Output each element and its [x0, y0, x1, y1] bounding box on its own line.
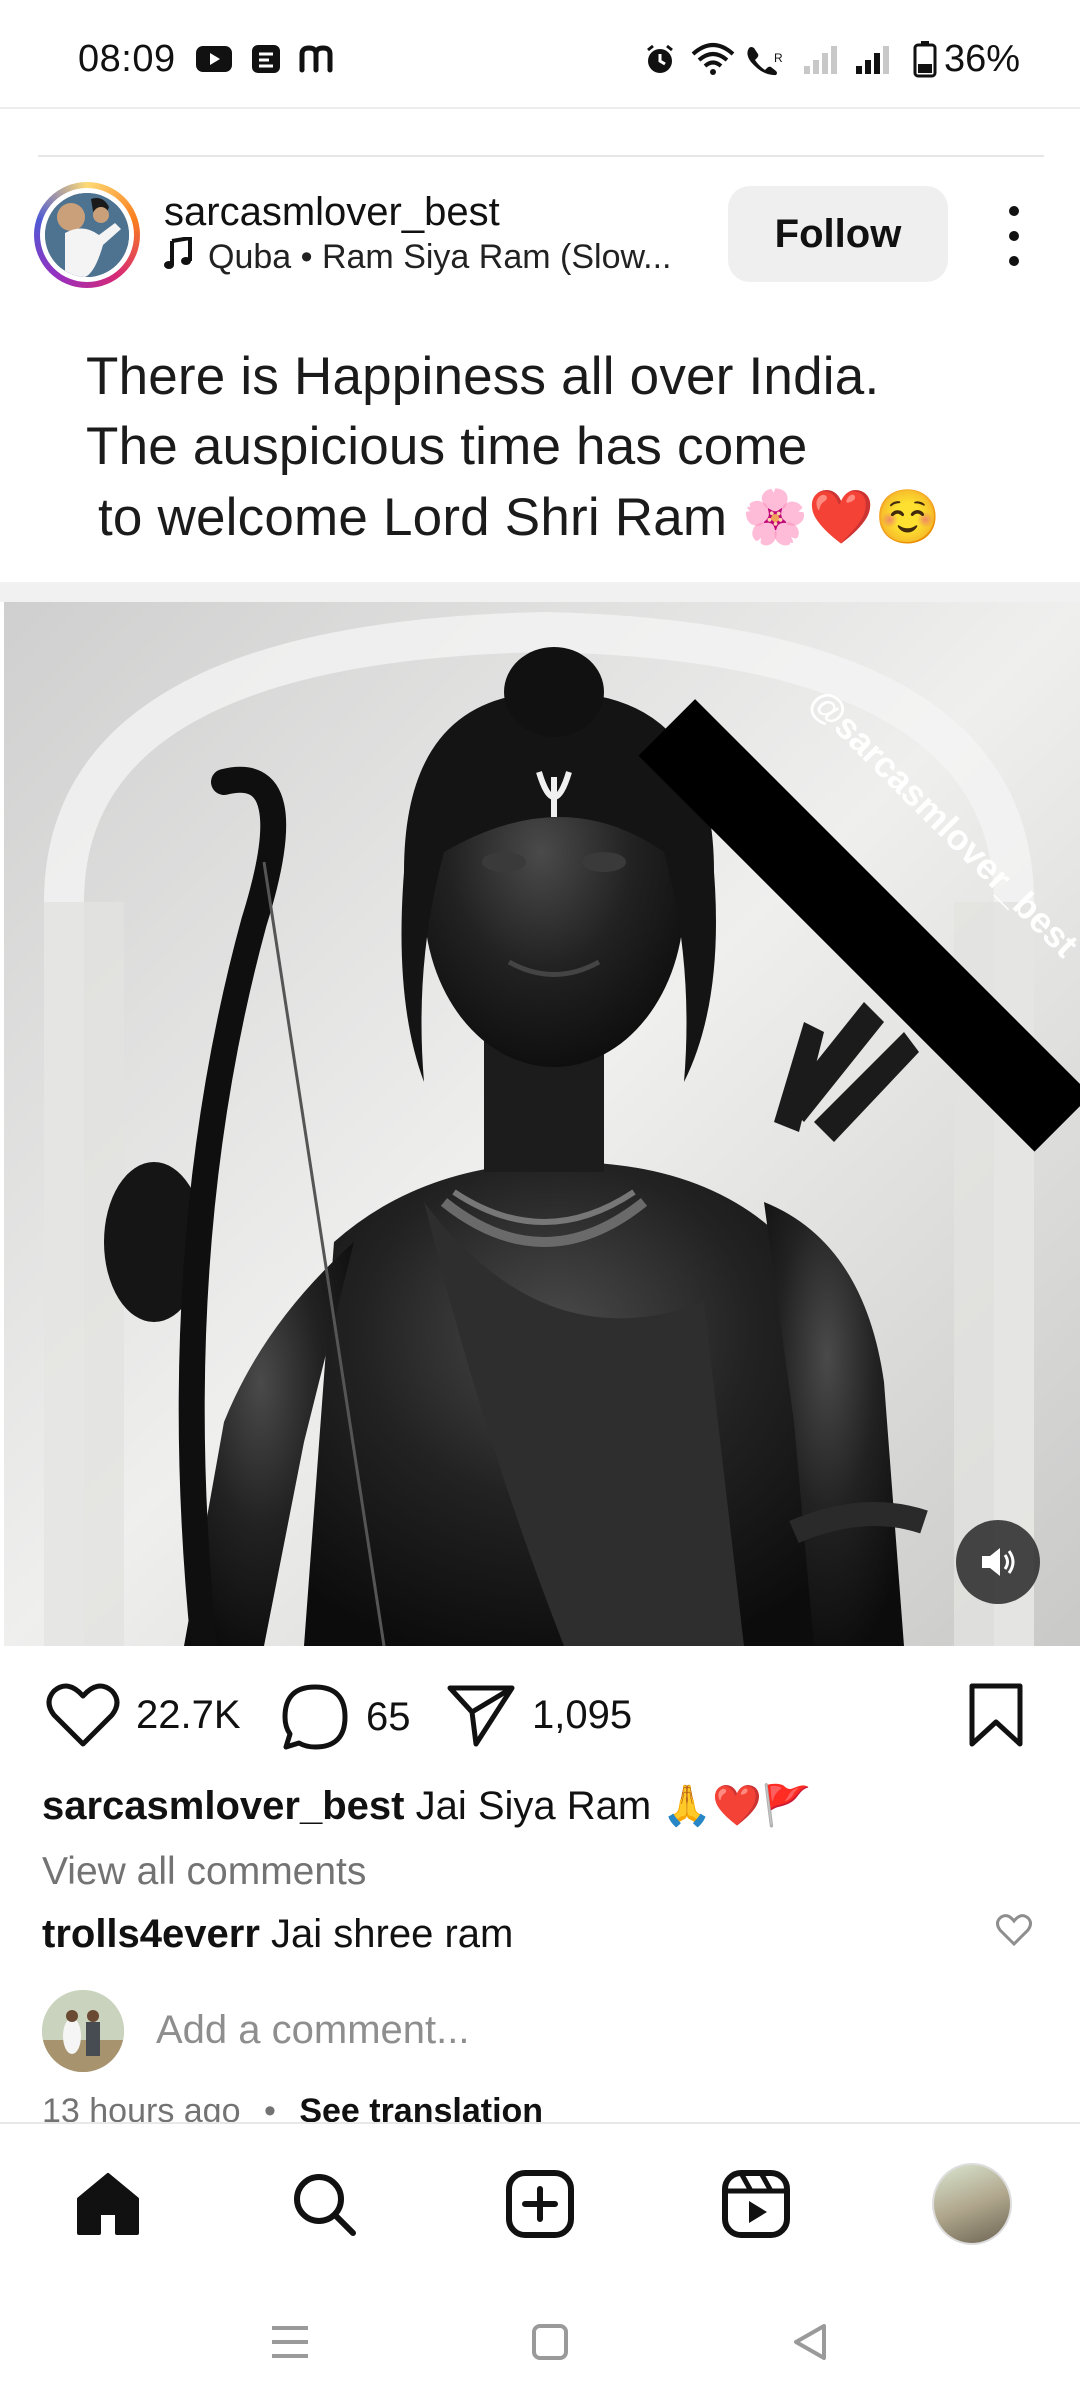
comment-like-icon[interactable] — [996, 1914, 1032, 1951]
overlay-text-line-1: There is Happiness all over India. — [86, 347, 880, 406]
like-count: 22.7K — [136, 1692, 241, 1737]
like-action[interactable]: 22.7K — [46, 1682, 241, 1748]
youtube-icon — [194, 42, 234, 76]
alarm-icon — [640, 42, 680, 76]
search-icon[interactable] — [284, 2164, 364, 2244]
top-comment: trolls4everr Jai shree ram — [42, 1912, 513, 1957]
bottom-nav — [0, 2122, 1080, 2284]
create-icon[interactable] — [500, 2164, 580, 2244]
reels-icon[interactable] — [716, 2164, 796, 2244]
battery-icon — [910, 41, 940, 78]
signal-icon-2 — [852, 42, 892, 76]
svg-text:R: R — [774, 51, 783, 65]
post-image[interactable]: @sarcasmlover_best — [4, 602, 1080, 1646]
home-button-icon[interactable] — [520, 2312, 580, 2372]
audio-title: Quba • Ram Siya Ram (Slow... — [208, 238, 672, 276]
post-caption: sarcasmlover_best Jai Siya Ram 🙏❤️🚩 — [42, 1782, 812, 1829]
comment-icon — [282, 1684, 348, 1750]
mute-toggle-button[interactable] — [956, 1520, 1040, 1604]
overlay-text-line-3: to welcome Lord Shri Ram 🌸❤️☺️ — [98, 488, 941, 547]
speaker-icon — [982, 1548, 1015, 1576]
post-divider — [38, 155, 1044, 157]
status-bar: 08:09 R 36% — [0, 0, 1080, 108]
home-icon[interactable] — [68, 2164, 148, 2244]
follow-button[interactable]: Follow — [728, 186, 948, 282]
status-time: 08:09 — [78, 38, 176, 80]
add-comment-input[interactable]: Add a comment... — [156, 2008, 469, 2053]
save-icon[interactable] — [968, 1682, 1024, 1753]
m-icon — [296, 42, 340, 76]
signal-icon — [800, 42, 840, 76]
comment-action[interactable]: 65 — [280, 1682, 411, 1752]
post-username[interactable]: sarcasmlover_best — [164, 190, 500, 235]
send-icon — [447, 1685, 515, 1747]
avatar[interactable] — [45, 193, 129, 277]
view-all-comments-link[interactable]: View all comments — [42, 1850, 366, 1894]
share-action[interactable]: 1,095 — [446, 1682, 632, 1748]
back-icon[interactable] — [780, 2312, 840, 2372]
comment-count: 65 — [366, 1694, 411, 1739]
current-user-avatar — [42, 1990, 124, 2072]
recents-icon[interactable] — [260, 2312, 320, 2372]
more-options-icon[interactable] — [998, 206, 1030, 266]
overlay-text-line-2: The auspicious time has come — [86, 417, 808, 476]
wifi-call-icon: R — [742, 42, 788, 76]
music-note-icon — [164, 235, 192, 278]
share-count: 1,095 — [532, 1692, 633, 1737]
profile-avatar[interactable] — [932, 2163, 1012, 2245]
caption-username[interactable]: sarcasmlover_best — [42, 1784, 404, 1828]
audio-row[interactable]: Quba • Ram Siya Ram (Slow... — [164, 235, 672, 278]
wifi-icon — [690, 42, 736, 76]
header-divider — [0, 107, 1080, 109]
battery-percent: 36% — [944, 38, 1021, 80]
app-icon — [246, 42, 286, 76]
comment-username[interactable]: trolls4everr — [42, 1912, 260, 1956]
heart-icon — [46, 1683, 120, 1747]
caption-text: Jai Siya Ram 🙏❤️🚩 — [404, 1784, 812, 1828]
comment-text: Jai shree ram — [259, 1912, 514, 1956]
media-separator — [0, 582, 1080, 602]
system-nav-bar — [0, 2282, 1080, 2400]
